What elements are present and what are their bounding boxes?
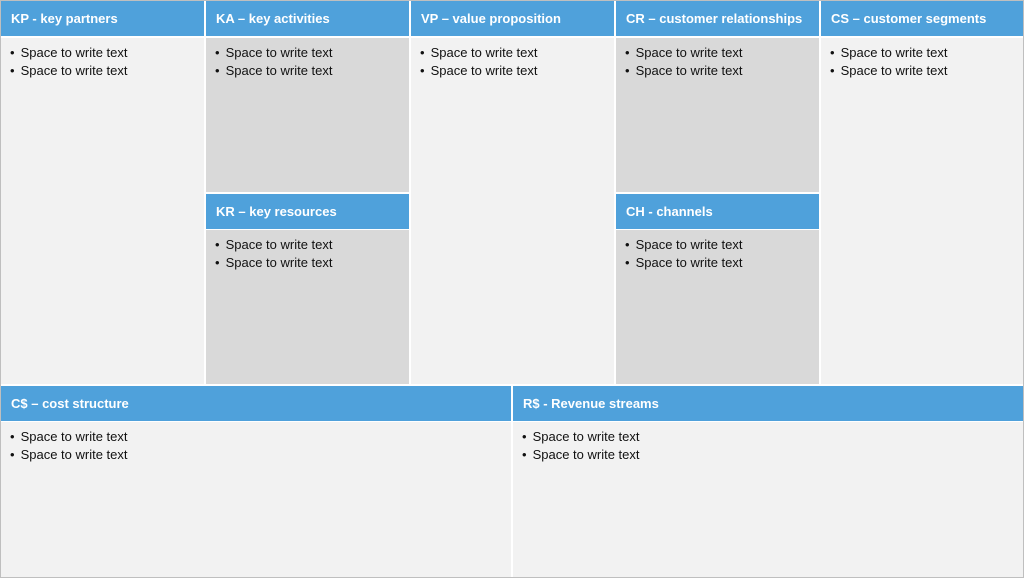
ch-body[interactable]: Space to write text Space to write text — [616, 230, 819, 384]
kr-header: KR – key resources — [206, 194, 409, 229]
cr-body[interactable]: Space to write text Space to write text — [616, 38, 819, 192]
cost-body[interactable]: Space to write text Space to write text — [1, 422, 511, 577]
kp-item: Space to write text — [10, 62, 204, 80]
cr-header: CR – customer relationships — [616, 1, 819, 36]
ka-header: KA – key activities — [206, 1, 409, 36]
cs-body[interactable]: Space to write text Space to write text — [821, 38, 1023, 384]
ch-item: Space to write text — [625, 254, 819, 272]
cs-header: CS – customer segments — [821, 1, 1023, 36]
cs-item: Space to write text — [830, 44, 1023, 62]
revenue-body[interactable]: Space to write text Space to write text — [513, 422, 1023, 577]
vp-item: Space to write text — [420, 44, 614, 62]
kr-body[interactable]: Space to write text Space to write text — [206, 230, 409, 384]
cost-item: Space to write text — [10, 428, 511, 446]
kp-body[interactable]: Space to write text Space to write text — [1, 38, 204, 384]
cost-header: C$ – cost structure — [1, 386, 511, 421]
cost-item: Space to write text — [10, 446, 511, 464]
kp-item: Space to write text — [10, 44, 204, 62]
revenue-item: Space to write text — [522, 446, 1023, 464]
ka-item: Space to write text — [215, 44, 409, 62]
ka-item: Space to write text — [215, 62, 409, 80]
vp-item: Space to write text — [420, 62, 614, 80]
ch-header: CH - channels — [616, 194, 819, 229]
kr-item: Space to write text — [215, 236, 409, 254]
cs-item: Space to write text — [830, 62, 1023, 80]
vp-header: VP – value proposition — [411, 1, 614, 36]
revenue-header: R$ - Revenue streams — [513, 386, 1023, 421]
ka-body[interactable]: Space to write text Space to write text — [206, 38, 409, 192]
revenue-item: Space to write text — [522, 428, 1023, 446]
ch-item: Space to write text — [625, 236, 819, 254]
cr-item: Space to write text — [625, 44, 819, 62]
kp-header: KP - key partners — [1, 1, 204, 36]
cr-item: Space to write text — [625, 62, 819, 80]
kr-item: Space to write text — [215, 254, 409, 272]
vp-body[interactable]: Space to write text Space to write text — [411, 38, 614, 384]
